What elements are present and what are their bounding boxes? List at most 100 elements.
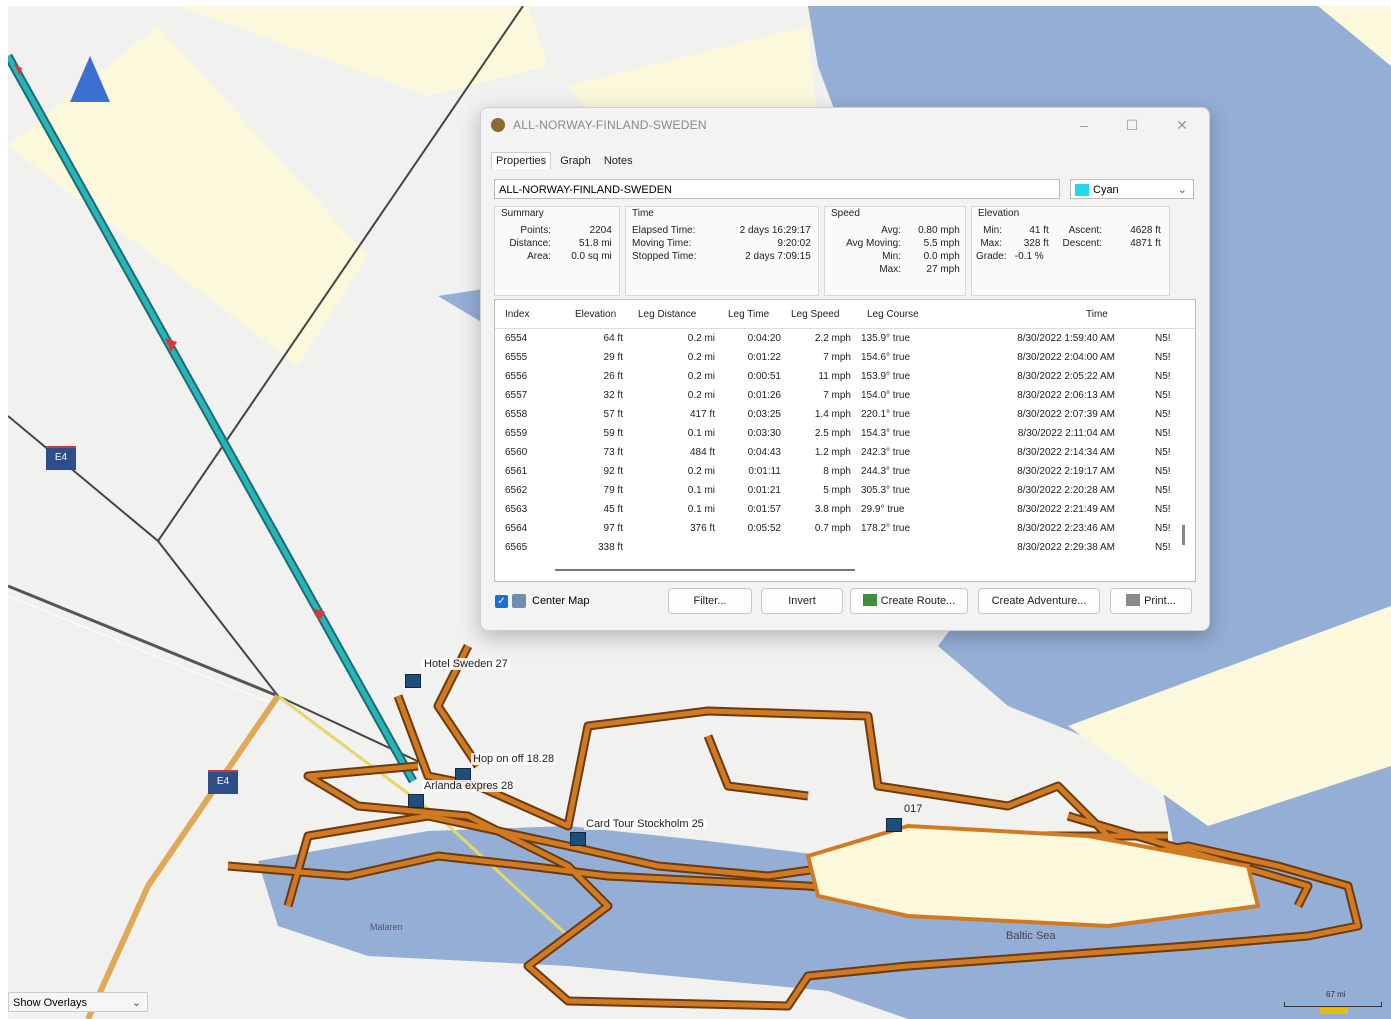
cell-index: 6557	[505, 390, 528, 401]
brand-logo	[1320, 1008, 1348, 1014]
column-header-leg-course[interactable]: Leg Course	[867, 309, 919, 320]
table-row[interactable]: 6565 338 ft 8/30/2022 2:29:38 AM N5!	[495, 539, 1185, 558]
stat-elapsed-time: Elapsed Time: 2 days 16:29:17	[632, 225, 811, 236]
stat-label: Area:	[527, 251, 551, 262]
waypoint-flag-icon[interactable]	[570, 832, 586, 846]
cell-leg-course: 153.9° true	[861, 371, 911, 382]
maximize-button[interactable]: ☐	[1117, 114, 1147, 136]
time-group: Time Elapsed Time: 2 days 16:29:17 Movin…	[625, 206, 819, 296]
table-row[interactable]: 6563 45 ft 0.1 mi 0:01:57 3.8 mph 29.9° true 8…	[495, 501, 1185, 520]
column-header-elevation[interactable]: Elevation	[575, 309, 616, 320]
waypoint-flag-icon[interactable]	[886, 818, 902, 832]
filter-button[interactable]: Filter...	[668, 588, 752, 614]
cell-leg-speed: 2.5 mph	[814, 428, 851, 439]
stat-max-speed: Max: 27 mph	[829, 264, 960, 275]
horizontal-scrollbar[interactable]	[555, 569, 855, 571]
table-row[interactable]: 6554 64 ft 0.2 mi 0:04:20 2.2 mph 135.9° true…	[495, 330, 1185, 349]
tab-properties[interactable]: Properties	[491, 152, 552, 169]
column-header-leg-distance[interactable]: Leg Distance	[638, 309, 696, 320]
dialog-footer: ✓ Center Map Filter... Invert Create Rou…	[481, 588, 1209, 618]
cell-elevation: 64 ft	[603, 333, 623, 344]
print-button[interactable]: Print...	[1110, 588, 1192, 614]
cell-leg-speed: 7 mph	[823, 390, 851, 401]
stat-value: 9:20:02	[777, 238, 811, 249]
shield-label: E4	[54, 452, 68, 463]
table-row[interactable]: 6558 57 ft 417 ft 0:03:25 1.4 mph 220.1° true…	[495, 406, 1185, 425]
waypoint-label[interactable]: Hotel Sweden 27	[422, 658, 510, 670]
cell-position: N5!	[1155, 466, 1171, 477]
cell-leg-course: 178.2° true	[861, 523, 911, 534]
cell-leg-distance: 0.1 mi	[687, 485, 715, 496]
table-row[interactable]: 6564 97 ft 376 ft 0:05:52 0.7 mph 178.2° true…	[495, 520, 1185, 539]
waypoint-flag-icon[interactable]	[408, 794, 424, 808]
cell-index: 6561	[505, 466, 528, 477]
waypoint-label[interactable]: Card Tour Stockholm 25	[584, 818, 706, 830]
cell-leg-time: 0:04:43	[747, 447, 781, 458]
map-icon	[512, 594, 526, 608]
cell-leg-time: 0:01:26	[747, 390, 781, 401]
invert-button[interactable]: Invert	[761, 588, 843, 614]
cell-leg-time: 0:03:30	[747, 428, 781, 439]
cell-position: N5!	[1155, 428, 1171, 439]
column-header-leg-time[interactable]: Leg Time	[728, 309, 769, 320]
trackpoint-table[interactable]: Index Elevation Leg Distance Leg Time Le…	[494, 299, 1196, 582]
vertical-scrollbar[interactable]	[1182, 525, 1185, 545]
stat-value: 0.80 mph	[918, 225, 960, 236]
e4-shield-icon: E4	[46, 446, 76, 470]
track-name-field[interactable]: ALL-NORWAY-FINLAND-SWEDEN	[494, 179, 1060, 199]
minimize-button[interactable]: –	[1069, 114, 1099, 136]
table-row[interactable]: 6555 29 ft 0.2 mi 0:01:22 7 mph 154.6° true 8/…	[495, 349, 1185, 368]
table-row[interactable]: 6557 32 ft 0.2 mi 0:01:26 7 mph 154.0° true 8/…	[495, 387, 1185, 406]
tab-notes[interactable]: Notes	[600, 153, 637, 169]
cell-elevation: 29 ft	[603, 352, 623, 363]
cell-time: 8/30/2022 2:21:49 AM	[1017, 504, 1115, 515]
column-header-time[interactable]: Time	[1086, 309, 1108, 320]
cell-position: N5!	[1155, 333, 1171, 344]
table-row[interactable]: 6559 59 ft 0.1 mi 0:03:30 2.5 mph 154.3° true…	[495, 425, 1185, 444]
stat-value: 4628 ft	[1130, 225, 1161, 236]
stat-descent: Descent: 4871 ft	[1052, 238, 1161, 249]
stat-value: 4871 ft	[1130, 238, 1161, 249]
center-map-checkbox[interactable]: ✓	[495, 595, 508, 608]
cell-index: 6563	[505, 504, 528, 515]
cell-elevation: 92 ft	[603, 466, 623, 477]
close-button[interactable]: ✕	[1167, 114, 1197, 136]
create-route-button[interactable]: Create Route...	[850, 588, 968, 614]
cell-leg-speed: 3.8 mph	[814, 504, 851, 515]
stat-value: 0.0 sq mi	[571, 251, 612, 262]
stat-value: 27 mph	[926, 264, 960, 275]
waypoint-flag-icon[interactable]	[405, 674, 421, 688]
stat-label: Grade:	[976, 251, 1007, 262]
color-select[interactable]: Cyan ⌄	[1070, 179, 1194, 199]
overlay-select[interactable]: Show Overlays ⌄	[8, 992, 148, 1012]
cell-leg-speed: 2.2 mph	[814, 333, 851, 344]
cell-leg-time: 0:01:11	[748, 466, 781, 477]
cell-elevation: 45 ft	[603, 504, 623, 515]
create-adventure-button[interactable]: Create Adventure...	[978, 588, 1100, 614]
cell-leg-distance: 484 ft	[689, 447, 715, 458]
cell-leg-distance: 0.2 mi	[687, 390, 715, 401]
cell-leg-course: 305.3° true	[861, 485, 911, 496]
cell-leg-speed: 8 mph	[823, 466, 851, 477]
title-bar[interactable]: ALL-NORWAY-FINLAND-SWEDEN – ☐ ✕	[481, 108, 1209, 142]
column-header-leg-speed[interactable]: Leg Speed	[791, 309, 839, 320]
waypoint-label[interactable]: Arlanda expres 28	[422, 780, 516, 792]
table-row[interactable]: 6556 26 ft 0.2 mi 0:00:51 11 mph 153.9° true 8…	[495, 368, 1185, 387]
column-header-index[interactable]: Index	[505, 309, 529, 320]
waypoint-label[interactable]: 017	[904, 803, 922, 815]
cell-leg-course: 154.3° true	[861, 428, 911, 439]
cell-elevation: 79 ft	[603, 485, 623, 496]
stat-max-elevation: Max: 328 ft	[976, 238, 1048, 249]
cell-leg-distance: 0.1 mi	[687, 504, 715, 515]
tab-graph[interactable]: Graph	[556, 153, 595, 169]
waypoint-label[interactable]: Hop on off 18.28	[471, 753, 557, 765]
cell-index: 6559	[505, 428, 528, 439]
stat-label: Ascent:	[1068, 225, 1102, 236]
cell-leg-time: 0:00:51	[747, 371, 781, 382]
stat-grade: Grade: -0.1 %	[976, 251, 1055, 262]
table-row[interactable]: 6560 73 ft 484 ft 0:04:43 1.2 mph 242.3° true…	[495, 444, 1185, 463]
table-row[interactable]: 6561 92 ft 0.2 mi 0:01:11 8 mph 244.3° true 8/…	[495, 463, 1185, 482]
table-row[interactable]: 6562 79 ft 0.1 mi 0:01:21 5 mph 305.3° true 8/…	[495, 482, 1185, 501]
cell-leg-time: 0:04:20	[747, 333, 781, 344]
stat-label: Moving Time:	[632, 238, 692, 249]
